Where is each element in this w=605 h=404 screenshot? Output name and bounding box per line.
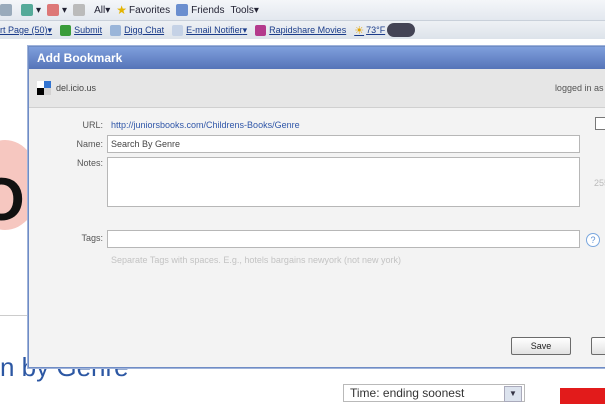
weather-widget[interactable]: ☀ 73°F (354, 23, 416, 37)
sun-icon: ☀ (354, 24, 365, 37)
add-bookmark-dialog: Add Bookmark del.icio.us logged in as br… (28, 46, 605, 368)
dropdown-arrow-icon: ▼ (504, 386, 522, 402)
bookmarks-bar: rt Page (50) ▾ Submit Digg Chat E-mail No… (0, 21, 605, 39)
page-accent-bar (560, 388, 605, 404)
dialog-title: Add Bookmark (37, 51, 123, 65)
delicious-logo-icon (37, 81, 51, 95)
toolbar-icon (0, 4, 12, 16)
movie-icon (255, 24, 267, 36)
people-icon (176, 4, 189, 16)
dialog-titlebar[interactable]: Add Bookmark (29, 47, 605, 69)
friends-button[interactable]: Friends (176, 4, 224, 16)
feed-icon (21, 4, 33, 16)
tags-label: Tags: (81, 233, 103, 243)
tags-hint: Separate Tags with spaces. E.g., hotels … (111, 255, 401, 265)
notes-char-count: 255 (594, 178, 605, 188)
browser-toolbar: ▾ ▾ All ▾ ★ Favorites Friends Tools ▾ (0, 0, 605, 21)
weather-toggle[interactable] (387, 23, 416, 37)
name-input[interactable]: Search By Genre (107, 135, 580, 153)
bookmark-item[interactable]: rt Page (50) ▾ (0, 25, 52, 36)
sort-select[interactable]: Time: ending soonest ▼ (343, 384, 525, 402)
mail-icon (172, 24, 184, 36)
back-button[interactable] (0, 4, 15, 16)
name-label: Name: (76, 139, 103, 149)
url-label: URL: (82, 120, 103, 130)
logged-in-status: logged in as br (554, 83, 604, 93)
submit-icon (60, 24, 72, 36)
dialog-header: del.icio.us logged in as br (29, 69, 605, 108)
pencil-icon (73, 4, 86, 16)
all-menu[interactable]: All ▾ (94, 5, 110, 16)
bookmark-item[interactable]: E-mail Notifier ▾ (172, 24, 247, 36)
page-logo-letter: O (0, 166, 25, 233)
notes-label: Notes: (76, 158, 103, 168)
private-checkbox[interactable] (595, 117, 605, 130)
bookmark-item[interactable]: Rapidshare Movies (255, 24, 346, 36)
cancel-button[interactable] (591, 337, 605, 355)
edit-button[interactable] (73, 4, 88, 16)
help-icon[interactable]: ? (586, 233, 600, 247)
bookmark-item[interactable]: Digg Chat (110, 24, 164, 36)
notes-textarea[interactable] (107, 157, 580, 207)
save-button[interactable]: Save (511, 337, 571, 355)
chat-icon (110, 24, 122, 36)
print-button[interactable]: ▾ (47, 4, 67, 16)
favorites-button[interactable]: ★ Favorites (116, 3, 170, 17)
print-icon (47, 4, 60, 16)
rss-button[interactable]: ▾ (21, 4, 41, 16)
star-icon: ★ (116, 3, 127, 17)
tools-menu[interactable]: Tools ▾ (230, 5, 258, 16)
bookmark-item[interactable]: Submit (60, 24, 102, 36)
tags-input[interactable] (107, 230, 580, 248)
url-value: http://juniorsbooks.com/Childrens-Books/… (111, 120, 300, 130)
brand-name: del.icio.us (56, 83, 97, 93)
